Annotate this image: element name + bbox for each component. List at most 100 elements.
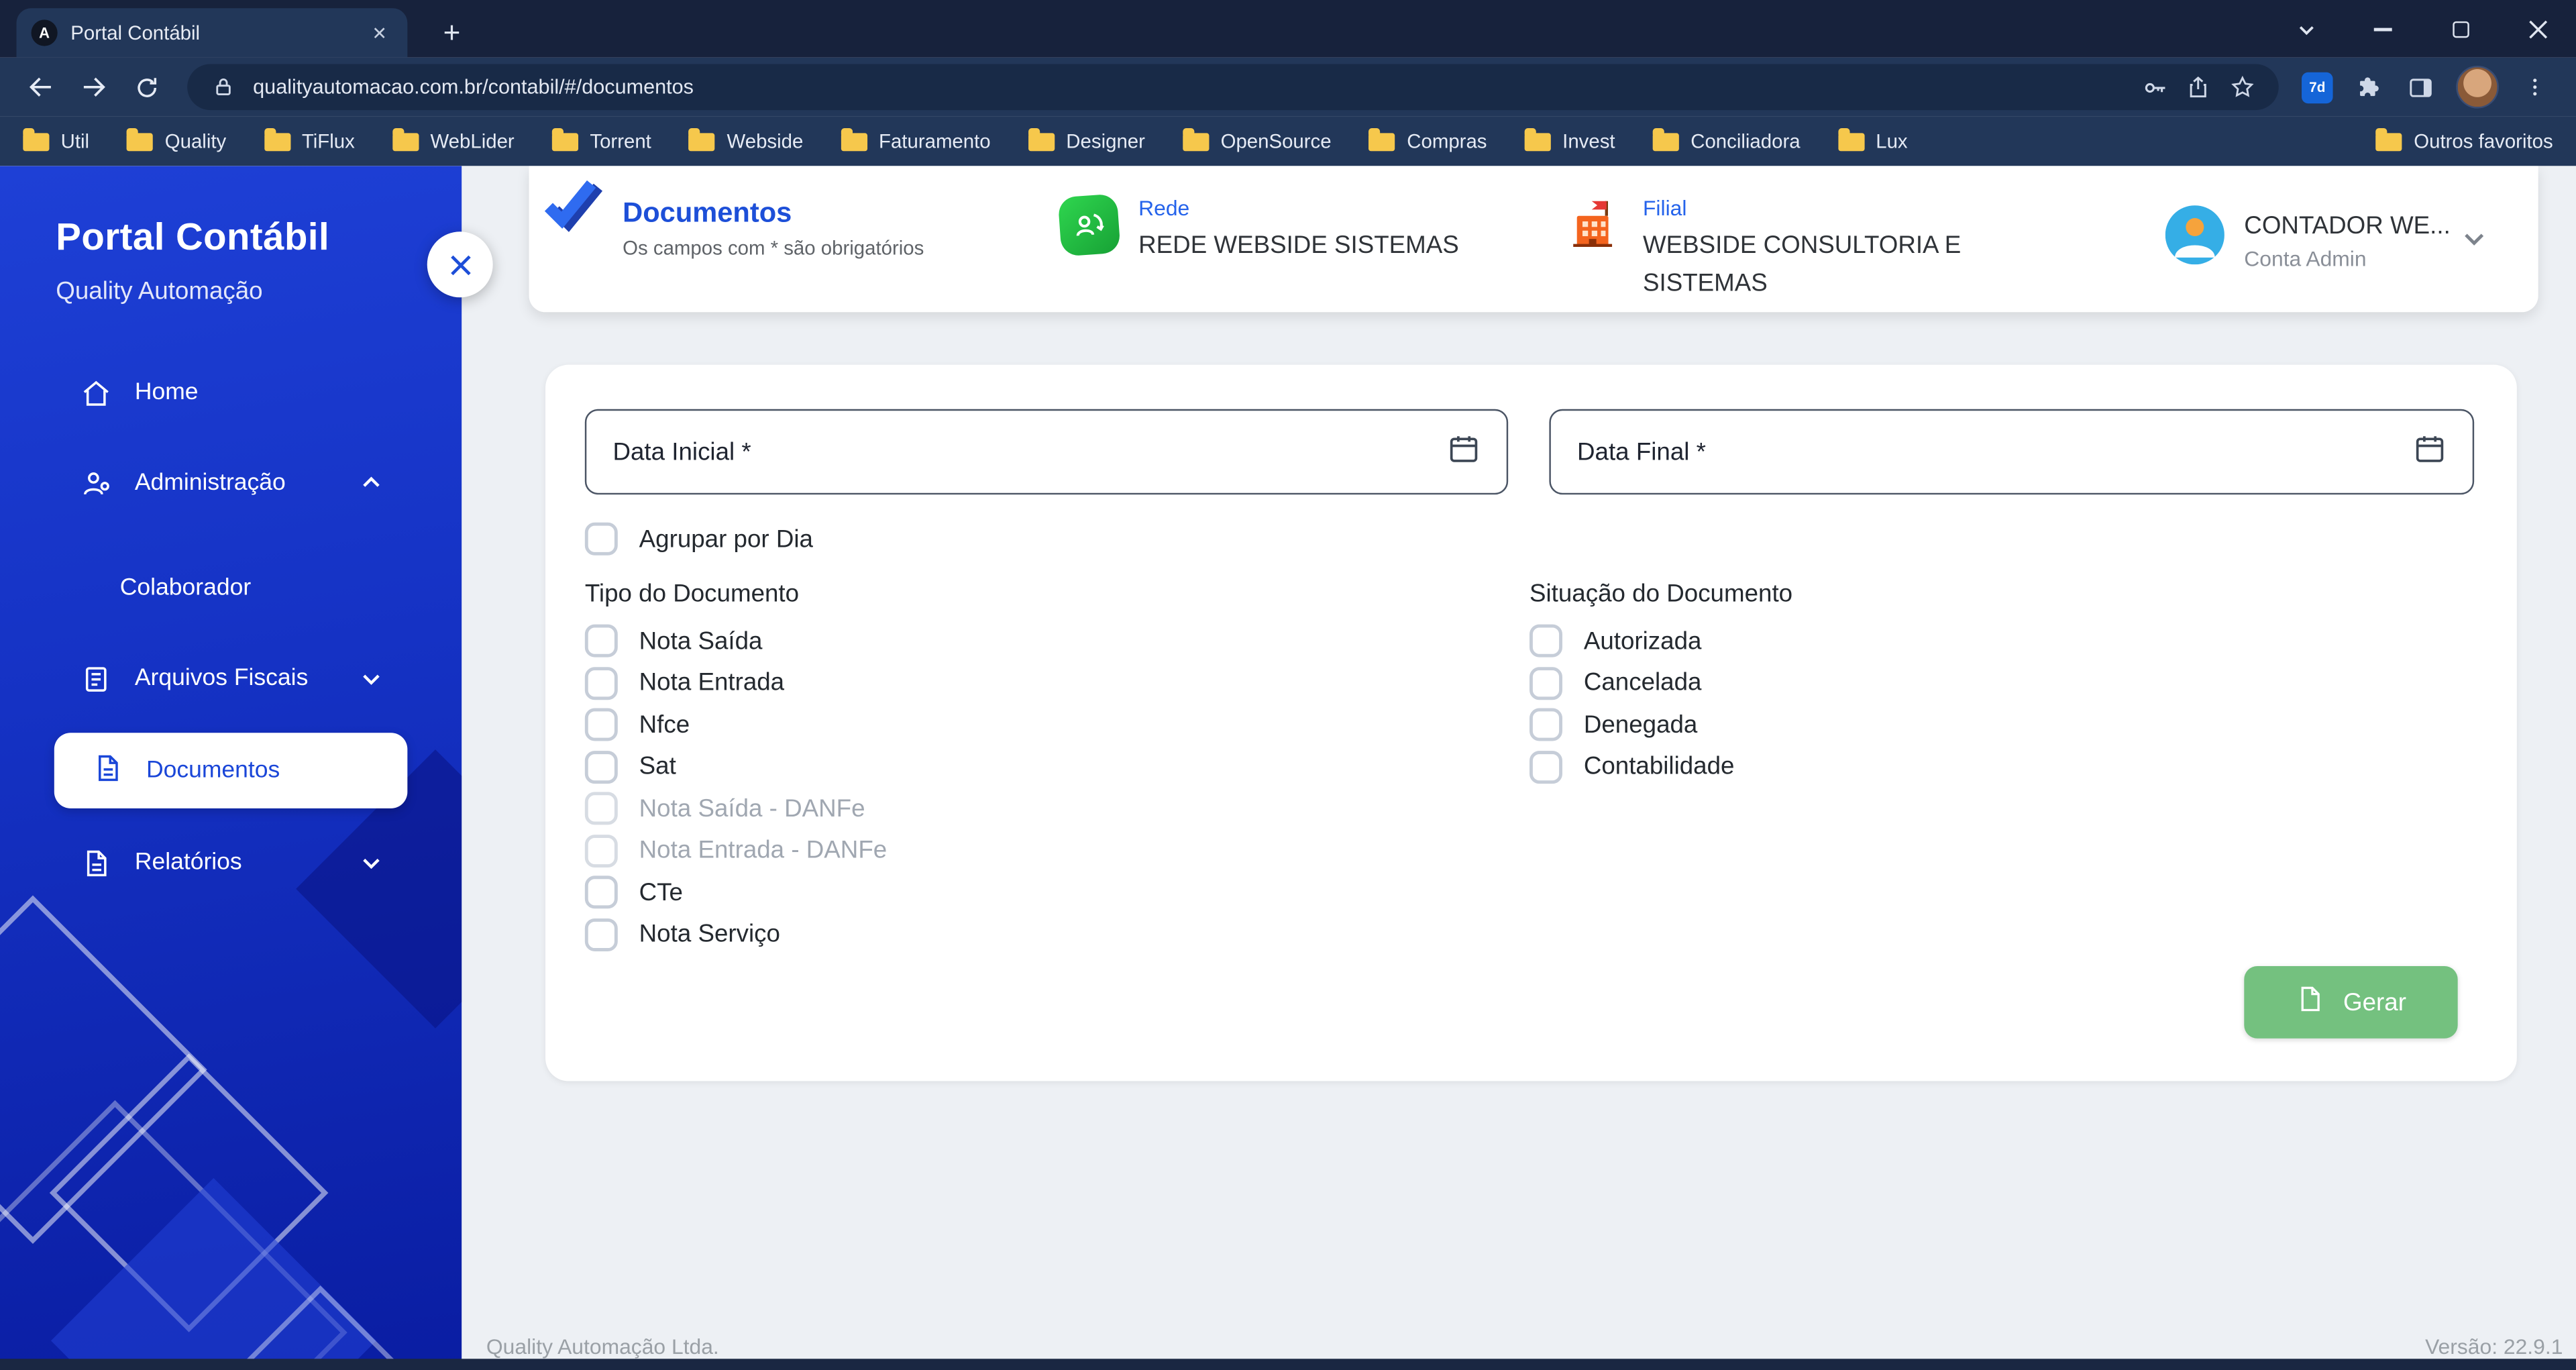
bookmark-item[interactable]: Torrent [552,127,651,153]
bookmark-star-icon[interactable] [2228,72,2257,102]
sidebar: Portal Contábil Quality Automação Home A… [0,166,462,1370]
sidebar-item-administracao[interactable]: Administração [0,447,462,519]
document-icon [2296,984,2325,1020]
close-window-button[interactable] [2499,0,2576,58]
bookmark-item[interactable]: Invest [1524,127,1615,153]
other-bookmarks[interactable]: Outros favoritos [2375,127,2553,153]
option-contabilidade[interactable]: Contabilidade [1529,749,1735,783]
calendar-icon[interactable] [1448,431,1481,472]
lock-icon[interactable] [209,72,238,102]
option-cte[interactable]: CTe [584,876,887,909]
minimize-button[interactable] [2345,0,2422,58]
option-nota-entrada[interactable]: Nota Entrada [584,666,887,700]
user-account-menu[interactable]: CONTADOR WE... Conta Admin [2165,205,2451,271]
bookmark-item[interactable]: Designer [1028,127,1145,153]
chevron-up-icon [363,476,380,487]
folder-icon [552,127,579,151]
tab-search-chevron-icon[interactable] [2267,0,2345,58]
checkbox-nota-servico[interactable] [584,917,618,951]
url-text: qualityautomacao.com.br/contabil/#/docum… [253,75,694,99]
filial-icon [1564,195,1623,254]
bookmark-item[interactable]: Webside [689,127,803,153]
rede-value: REDE WEBSIDE SISTEMAS [1138,231,1459,260]
bookmark-item[interactable]: Lux [1837,127,1908,153]
option-autorizada[interactable]: Autorizada [1529,624,1735,657]
sidebar-item-arquivos-fiscais[interactable]: Arquivos Fiscais [0,643,462,715]
agrupar-por-dia-row[interactable]: Agrupar por Dia [584,522,813,556]
footer-version: Versão: 22.9.1 [2425,1334,2563,1359]
folder-icon [127,127,154,151]
sidebar-item-label: Colaborador [119,575,252,602]
fiscal-files-icon [79,662,112,695]
rede-label: Rede [1138,195,1190,221]
checkbox-cancelada[interactable] [1529,666,1562,700]
checkbox-denegada[interactable] [1529,708,1562,741]
maximize-button[interactable] [2422,0,2499,58]
option-nota-entrada-danfe: Nota Entrada - DANFe [584,833,887,867]
key-icon[interactable] [2139,72,2169,102]
address-bar[interactable]: qualityautomacao.com.br/contabil/#/docum… [187,64,2279,111]
sidebar-item-relatorios[interactable]: Relatórios [0,827,462,899]
calendar-icon[interactable] [2414,431,2447,472]
data-inicial-input[interactable]: Data Inicial * [584,409,1509,495]
option-cancelada[interactable]: Cancelada [1529,666,1735,700]
sidebar-item-home[interactable]: Home [0,356,462,429]
side-panel-icon[interactable] [2396,62,2445,111]
new-tab-button[interactable]: + [431,11,474,54]
checkbox-label: CTe [639,878,684,906]
bookmark-item[interactable]: Compras [1368,127,1487,153]
bookmark-item[interactable]: WebLider [392,127,515,153]
reload-button[interactable] [121,62,170,111]
extensions-puzzle-icon[interactable] [2343,62,2392,111]
gerar-button[interactable]: Gerar [2244,966,2458,1039]
checkbox-cte[interactable] [584,876,618,909]
profile-avatar[interactable] [2456,65,2499,109]
chevron-down-icon [363,858,380,870]
rede-icon [1057,193,1121,257]
forward-button[interactable] [69,62,118,111]
double-check-logo-icon [542,174,608,248]
checkbox-contabilidade[interactable] [1529,749,1562,783]
web-page: Portal Contábil Quality Automação Home A… [0,166,2576,1370]
bookmark-label: Designer [1066,129,1145,153]
bookmark-item[interactable]: OpenSource [1183,127,1332,153]
tab-close-icon[interactable]: ✕ [366,19,392,46]
checkbox-nota-saida[interactable] [584,624,618,657]
checkbox-label: Cancelada [1583,668,1702,697]
option-sat[interactable]: Sat [584,749,887,783]
bookmark-label: Quality [164,129,227,153]
sidebar-item-label: Arquivos Fiscais [134,665,309,692]
bookmark-item[interactable]: TiFlux [264,127,355,153]
checkbox-nfce[interactable] [584,708,618,741]
checkbox-nota-entrada[interactable] [584,666,618,700]
rede-selector[interactable]: Rede REDE WEBSIDE SISTEMAS [1057,193,1459,264]
browser-tab[interactable]: A Portal Contábil ✕ [16,8,408,58]
option-nota-servico[interactable]: Nota Serviço [584,917,887,951]
bookmark-label: Conciliadora [1690,129,1801,153]
checkbox-autorizada[interactable] [1529,624,1562,657]
option-denegada[interactable]: Denegada [1529,708,1735,741]
extension-7d-icon[interactable]: 7d [2302,71,2333,103]
browser-menu-kebab-icon[interactable] [2510,62,2559,111]
document-icon [92,751,123,789]
option-nota-saida[interactable]: Nota Saída [584,624,887,657]
user-menu-chevron-icon[interactable] [2461,225,2487,260]
filial-selector[interactable]: Filial WEBSIDE CONSULTORIA E SISTEMAS [1564,195,1988,303]
bookmark-item[interactable]: Faturamento [841,127,991,153]
checkbox-sat[interactable] [584,749,618,783]
bookmark-item[interactable]: Conciliadora [1652,127,1801,153]
data-final-input[interactable]: Data Final * [1549,409,2475,495]
sidebar-item-colaborador[interactable]: Colaborador [0,552,462,625]
checkbox-label: Agrupar por Dia [639,525,813,554]
tab-title: Portal Contábil [70,21,201,45]
sidebar-item-label: Relatórios [134,849,242,876]
checkbox-agrupar-por-dia[interactable] [584,522,618,556]
back-button[interactable] [16,62,65,111]
sidebar-item-documentos[interactable]: Documentos [54,733,408,808]
bookmark-item[interactable]: Quality [127,127,227,153]
bookmark-item[interactable]: Util [23,127,89,153]
share-icon[interactable] [2184,72,2213,102]
option-nfce[interactable]: Nfce [584,708,887,741]
sidebar-close-button[interactable] [427,231,493,298]
user-name: CONTADOR WE... [2244,211,2451,240]
